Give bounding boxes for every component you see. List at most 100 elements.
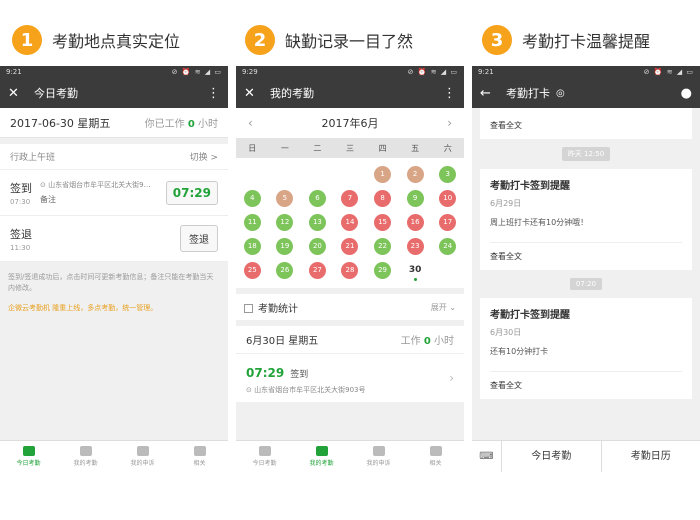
alert-icon (372, 446, 385, 456)
calendar-day[interactable]: 19 (269, 234, 302, 258)
tab-label: 我的考勤 (73, 460, 98, 467)
tab-today[interactable]: 今日考勤 (0, 441, 57, 472)
status-time: 9:21 (478, 68, 494, 76)
panel-3-header: 3 考勤打卡温馨提醒 (482, 22, 650, 58)
panel-2-number: 2 (245, 25, 275, 55)
signin-note-link[interactable]: 备注 (40, 194, 151, 205)
calendar-day[interactable]: 14 (334, 210, 367, 234)
chevron-right-icon: › (449, 371, 454, 385)
status-icons: ⊘ ⏰ ≋ ◢ ▭ (171, 68, 222, 76)
calendar-day[interactable]: 6 (301, 186, 334, 210)
panel-2-title: 缺勤记录一目了然 (285, 32, 414, 51)
page-title: 今日考勤 (34, 87, 78, 100)
message-card[interactable]: 考勤打卡签到提醒 6月29日 周上班打卡还有10分钟哦！ 查看全文 (480, 169, 692, 270)
calendar-day[interactable]: 7 (334, 186, 367, 210)
status-time: 9:29 (242, 68, 258, 76)
calendar-day[interactable]: 27 (301, 258, 334, 282)
day-summary: 6月30日 星期五 工作 0 小时 (236, 326, 464, 354)
prev-month-icon[interactable]: ‹ (248, 116, 253, 130)
status-bar: 9:21 ⊘ ⏰ ≋ ◢ ▭ (0, 66, 228, 78)
tab-label: 我的申诉 (366, 460, 391, 467)
day-number: 27 (308, 261, 326, 279)
phone-attendance-reminder: 9:21 ⊘ ⏰ ≋ ◢ ▭ ← 考勤打卡 ◎ ● 查看全文 昨天 12:50 … (472, 66, 700, 472)
calendar-day[interactable]: 17 (431, 210, 464, 234)
tab-my-attendance[interactable]: 我的考勤 (57, 441, 114, 472)
day-number: 8 (374, 189, 392, 207)
back-arrow-icon[interactable]: ← (480, 86, 498, 101)
message-card[interactable]: 考勤打卡签到提醒 6月30日 还有10分钟打卡 查看全文 (480, 298, 692, 399)
calendar-day[interactable]: 11 (236, 210, 269, 234)
tab-label: 相关 (193, 460, 206, 467)
calendar-day[interactable]: 28 (334, 258, 367, 282)
menu-attendance-calendar[interactable]: 考勤日历 (602, 441, 700, 473)
earpiece-icon: ◎ (556, 87, 565, 99)
calendar-day[interactable]: 23 (399, 234, 432, 258)
calendar-day[interactable]: 29 (366, 258, 399, 282)
promo-link[interactable]: 企微云考勤机 隆重上线，多点考勤，统一管理。 (0, 293, 228, 323)
day-number: 29 (374, 261, 392, 279)
calendar-day (334, 162, 367, 186)
calendar-day[interactable]: 30 (399, 258, 432, 282)
close-icon[interactable]: ✕ (8, 86, 26, 101)
calendar-day[interactable]: 21 (334, 234, 367, 258)
month-nav: ‹ 2017年6月 › (236, 108, 464, 138)
page-title: 我的考勤 (270, 87, 314, 100)
more-icon[interactable]: ⋮ (443, 86, 456, 101)
calendar-day[interactable]: 22 (366, 234, 399, 258)
calendar-day[interactable]: 1 (366, 162, 399, 186)
signout-button[interactable]: 签退 (180, 225, 218, 252)
calendar-day[interactable]: 13 (301, 210, 334, 234)
stats-row[interactable]: 考勤统计 展开 ⌄ (236, 294, 464, 320)
weekday-label: 一 (280, 143, 289, 153)
keyboard-icon[interactable]: ⌨ (472, 440, 502, 472)
day-number: 6 (308, 189, 326, 207)
calendar-day[interactable]: 16 (399, 210, 432, 234)
calendar-day (236, 162, 269, 186)
calendar-day[interactable]: 8 (366, 186, 399, 210)
calendar-day[interactable]: 26 (269, 258, 302, 282)
calendar-day[interactable]: 10 (431, 186, 464, 210)
tab-related[interactable]: 相关 (171, 441, 228, 472)
signin-location: ⊙ 山东省烟台市牟平区北关大街9… (40, 180, 151, 190)
message-card[interactable]: 查看全文 (480, 108, 692, 139)
calendar-day[interactable]: 5 (269, 186, 302, 210)
calendar-day[interactable]: 24 (431, 234, 464, 258)
read-more-link[interactable]: 查看全文 (490, 371, 682, 391)
chat-icon (193, 446, 206, 456)
tab-my-attendance[interactable]: 我的考勤 (293, 441, 350, 472)
menu-today-attendance[interactable]: 今日考勤 (502, 440, 602, 472)
calendar-day[interactable]: 2 (399, 162, 432, 186)
calendar-day[interactable]: 15 (366, 210, 399, 234)
calendar-day[interactable]: 3 (431, 162, 464, 186)
next-month-icon[interactable]: › (447, 116, 452, 130)
tab-label: 我的申诉 (130, 460, 155, 467)
expand-link[interactable]: 展开 ⌄ (431, 302, 456, 313)
panel-2-header: 2 缺勤记录一目了然 (245, 22, 413, 58)
weekday-label: 五 (411, 143, 420, 153)
read-more-link[interactable]: 查看全文 (490, 120, 682, 131)
close-icon[interactable]: ✕ (244, 86, 262, 101)
stage: 1 考勤地点真实定位 2 缺勤记录一目了然 3 考勤打卡温馨提醒 9:21 ⊘ … (0, 0, 700, 520)
date-row: 2017-06-30 星期五 你已工作 0 小时 (0, 108, 228, 138)
calendar-day[interactable]: 20 (301, 234, 334, 258)
read-more-link[interactable]: 查看全文 (490, 242, 682, 262)
signin-time: 07:30 (10, 197, 31, 206)
attendance-record[interactable]: 07:29 签到 ⊙ 山东省烟台市牟平区北关大街903号 › (236, 354, 464, 402)
calendar-day[interactable]: 25 (236, 258, 269, 282)
signin-time-button[interactable]: 07:29 (165, 180, 218, 205)
day-number: 3 (439, 165, 457, 183)
calendar-day[interactable]: 18 (236, 234, 269, 258)
calendar-day[interactable]: 9 (399, 186, 432, 210)
shift-row: 行政上午班 切换 > (0, 144, 228, 170)
tab-appeal[interactable]: 我的申诉 (350, 441, 407, 472)
tab-today[interactable]: 今日考勤 (236, 441, 293, 472)
calendar-day[interactable]: 4 (236, 186, 269, 210)
user-icon[interactable]: ● (681, 86, 692, 101)
panel-1-number: 1 (12, 25, 42, 55)
tab-related[interactable]: 相关 (407, 441, 464, 472)
stats-label: 考勤统计 (258, 303, 298, 315)
more-icon[interactable]: ⋮ (207, 86, 220, 101)
calendar-day[interactable]: 12 (269, 210, 302, 234)
shift-switch-link[interactable]: 切换 > (190, 150, 218, 163)
tab-appeal[interactable]: 我的申诉 (114, 441, 171, 472)
